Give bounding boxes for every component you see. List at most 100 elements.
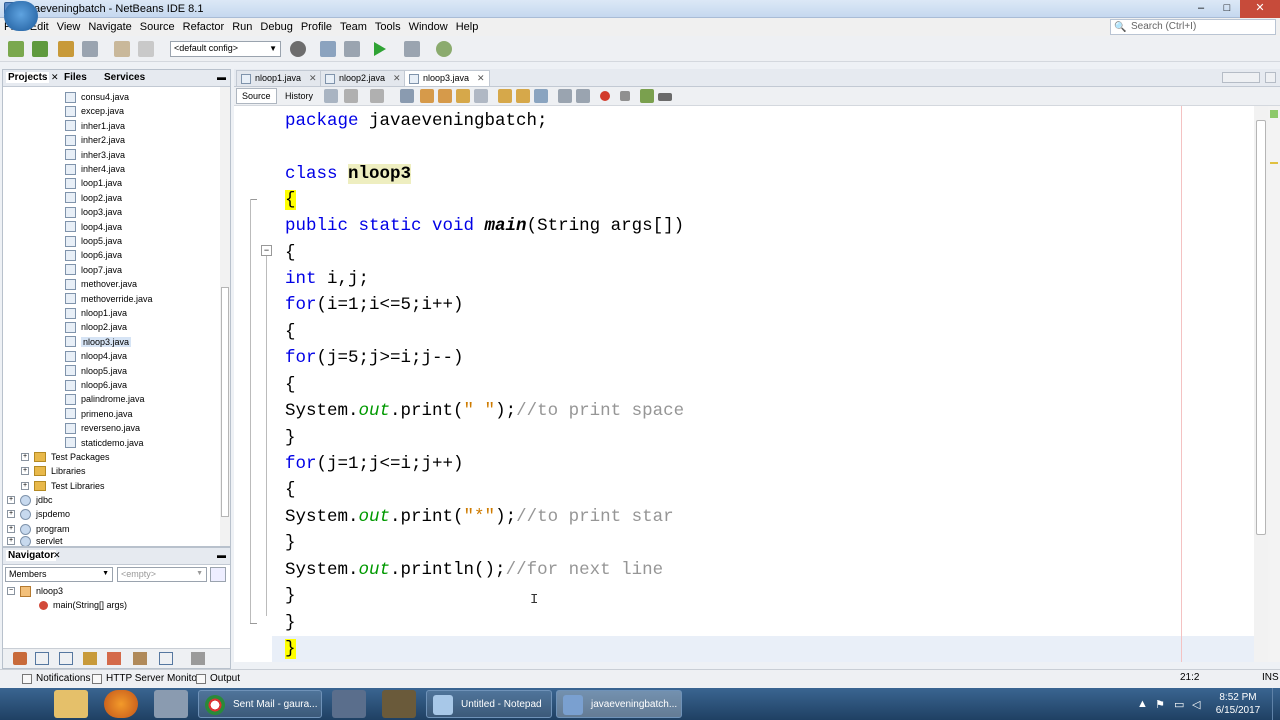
start-button[interactable] — [4, 1, 38, 31]
nonpublic-icon[interactable] — [83, 652, 97, 665]
close-icon[interactable]: ✕ — [51, 72, 59, 83]
tree-file-item[interactable]: inher1.java — [65, 119, 125, 133]
open-project-icon[interactable] — [58, 41, 74, 57]
menu-view[interactable]: View — [53, 21, 85, 33]
uncomment-icon[interactable] — [658, 93, 672, 101]
output-minimize-icon[interactable] — [6, 673, 16, 683]
tree-file-item[interactable]: nloop4.java — [65, 349, 127, 363]
close-icon[interactable]: ✕ — [53, 550, 61, 561]
menu-team[interactable]: Team — [336, 21, 371, 33]
expand-icon[interactable]: + — [7, 537, 15, 545]
http-monitor-button[interactable]: HTTP Server Monitor — [92, 673, 200, 684]
expand-icon[interactable]: + — [21, 467, 29, 475]
taskbar-netbeans[interactable]: javaeveningbatch... — [556, 690, 682, 718]
tree-project-jdbc[interactable]: + jdbc — [7, 493, 53, 507]
tree-scrollbar[interactable] — [220, 87, 230, 546]
tree-file-item[interactable]: primeno.java — [65, 407, 133, 421]
source-button[interactable]: Source — [236, 88, 277, 104]
tree-folder-test-packages[interactable]: + Test Packages — [21, 450, 110, 464]
tree-file-item[interactable]: inher4.java — [65, 162, 125, 176]
taskbar-notepad[interactable]: Untitled - Notepad — [426, 690, 552, 718]
clean-build-icon[interactable] — [344, 41, 360, 57]
tab-files[interactable]: Files — [64, 72, 87, 83]
tree-project-servlet[interactable]: + servlet — [7, 536, 63, 546]
find-previous-icon[interactable] — [420, 89, 434, 103]
taskbar-clock[interactable]: 8:52 PM 6/15/2017 — [1208, 691, 1268, 717]
visual-studio-icon[interactable] — [332, 690, 366, 718]
tree-file-item[interactable]: methoverride.java — [65, 292, 153, 306]
tab-nloop1[interactable]: nloop1.java ✕ — [236, 70, 322, 86]
new-project-icon[interactable] — [32, 41, 48, 57]
menu-refactor[interactable]: Refactor — [179, 21, 229, 33]
close-icon[interactable]: ✕ — [309, 73, 317, 83]
tab-nloop3[interactable]: nloop3.java ✕ — [404, 70, 490, 86]
tree-folder-libraries[interactable]: + Libraries — [21, 464, 86, 478]
comment-icon[interactable] — [640, 89, 654, 103]
forward-icon[interactable] — [370, 89, 384, 103]
debug-icon[interactable] — [404, 41, 420, 57]
editor-scrollbar-thumb[interactable] — [1256, 120, 1266, 535]
previous-bookmark-icon[interactable] — [498, 89, 512, 103]
tree-file-item[interactable]: staticdemo.java — [65, 436, 144, 450]
minimize-icon[interactable]: ▬ — [217, 72, 226, 82]
run-icon[interactable] — [374, 42, 386, 56]
tab-navigator[interactable]: Navigator — [6, 550, 57, 561]
globe-icon[interactable] — [290, 41, 306, 57]
record-macro-icon[interactable] — [600, 91, 610, 101]
members-select[interactable]: Members ▼ — [5, 567, 113, 582]
tree-file-item[interactable]: excep.java — [65, 104, 124, 118]
fold-toggle-icon[interactable]: − — [261, 245, 272, 256]
tree-project-jspdemo[interactable]: + jspdemo — [7, 507, 70, 521]
toggle-bookmark-icon[interactable] — [534, 89, 548, 103]
config-select[interactable]: <default config> ▼ — [170, 41, 281, 57]
save-all-icon[interactable] — [82, 41, 98, 57]
toggle-search-icon[interactable] — [474, 89, 488, 103]
find-next-icon[interactable] — [438, 89, 452, 103]
tree-file-item[interactable]: reverseno.java — [65, 421, 140, 435]
shift-left-icon[interactable] — [558, 89, 572, 103]
tab-services[interactable]: Services — [104, 72, 145, 83]
tree-file-item[interactable]: loop2.java — [65, 191, 122, 205]
javadoc-icon[interactable] — [133, 652, 147, 665]
collapse-icon[interactable]: − — [7, 587, 15, 595]
maximize-icon[interactable] — [1265, 72, 1276, 83]
fields-icon[interactable] — [35, 652, 49, 665]
flag-icon[interactable]: ⚑ — [1155, 698, 1165, 711]
minimize-button[interactable]: – — [1188, 0, 1214, 18]
new-file-icon[interactable] — [8, 41, 24, 57]
tree-file-item[interactable]: consu4.java — [65, 90, 129, 104]
tab-nloop2[interactable]: nloop2.java ✕ — [320, 70, 406, 86]
profile-icon[interactable] — [436, 41, 452, 57]
close-icon[interactable]: ✕ — [393, 73, 401, 83]
volume-icon[interactable]: ◁ — [1192, 698, 1200, 711]
firefox-icon[interactable] — [104, 690, 138, 718]
shift-right-icon[interactable] — [576, 89, 590, 103]
nav-method-node[interactable]: main(String[] args) — [39, 598, 127, 612]
filter-select[interactable]: <empty> ▼ — [117, 567, 207, 582]
filter-options-icon[interactable] — [210, 567, 226, 582]
tree-file-item[interactable]: loop5.java — [65, 234, 122, 248]
tree-file-item[interactable]: nloop1.java — [65, 306, 127, 320]
tree-folder-test-libraries[interactable]: + Test Libraries — [21, 479, 105, 493]
maximize-button[interactable]: □ — [1214, 0, 1240, 18]
menu-help[interactable]: Help — [452, 21, 483, 33]
nav-class-node[interactable]: − nloop3 — [7, 584, 63, 598]
tree-file-item[interactable]: nloop6.java — [65, 378, 127, 392]
taskbar-sent-mail[interactable]: Sent Mail - gaura... — [198, 690, 322, 718]
tree-file-item[interactable]: nloop3.java — [65, 335, 132, 349]
expand-icon[interactable]: + — [21, 482, 29, 490]
tree-file-item[interactable]: loop3.java — [65, 205, 122, 219]
next-bookmark-icon[interactable] — [516, 89, 530, 103]
menu-source[interactable]: Source — [136, 21, 179, 33]
file-explorer-icon[interactable] — [54, 690, 88, 718]
tree-file-item[interactable]: methover.java — [65, 277, 137, 291]
editor-scrollbar[interactable] — [1254, 106, 1268, 662]
build-icon[interactable] — [320, 41, 336, 57]
expand-icon[interactable]: + — [7, 510, 15, 518]
stop-macro-icon[interactable] — [620, 91, 630, 101]
settings-icon[interactable] — [191, 652, 205, 665]
menu-debug[interactable]: Debug — [256, 21, 296, 33]
static-icon[interactable] — [59, 652, 73, 665]
tree-scrollbar-thumb[interactable] — [221, 287, 229, 517]
minimize-icon[interactable]: ▬ — [217, 550, 226, 560]
